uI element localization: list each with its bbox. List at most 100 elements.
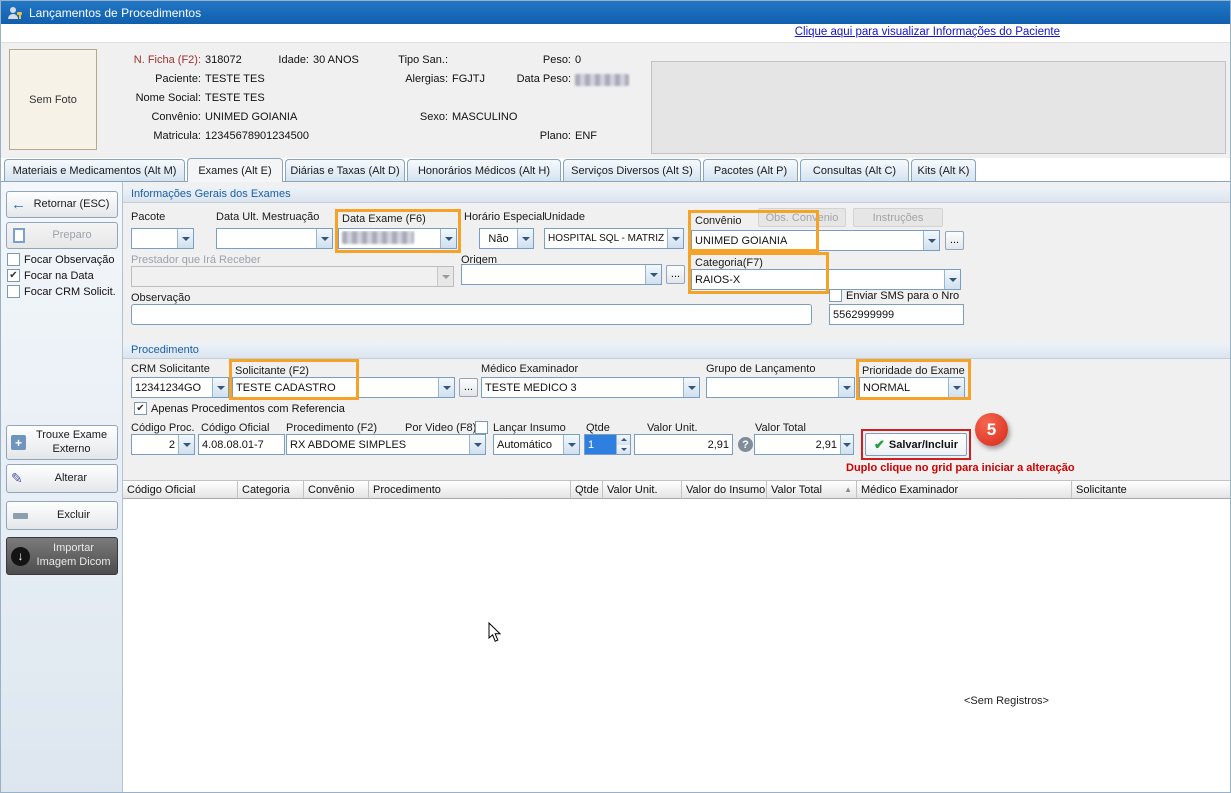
origem-browse-button[interactable]: ... [666,265,685,284]
grid-col-convenio[interactable]: Convênio [304,480,369,499]
window-title: Lançamentos de Procedimentos [29,6,201,20]
qtde-label: Qtde [586,422,610,434]
help-question-icon[interactable]: ? [738,437,753,452]
instrucoes-button[interactable]: Instruções [853,208,943,227]
tab-label: Consultas (Alt C) [813,165,896,177]
importar-imagem-dicom-button[interactable]: ↓ Importar Imagem Dicom [6,537,118,575]
tab-honorarios-medicos[interactable]: Honorários Médicos (Alt H) [407,159,561,181]
dropdown-arrow-icon[interactable] [177,229,193,248]
origem-combo[interactable] [461,264,662,285]
grupo-lancamento-combo[interactable] [706,377,855,398]
grid-col-valor-total[interactable]: Valor Total ▲ [767,480,857,499]
data-peso-redacted-value [575,74,629,86]
nome-social-label: Nome Social: [101,92,201,104]
apenas-referencia-checkbox[interactable]: ✔ Apenas Procedimentos com Referencia [134,402,345,415]
por-video-checkbox[interactable] [475,421,492,434]
tab-exames[interactable]: Exames (Alt E) [187,158,283,182]
patient-tipo-san: Tipo San.: [378,54,452,66]
lancar-insumo-combo[interactable]: Automático [493,434,580,455]
grid-col-medico-examinador[interactable]: Médico Examinador [857,480,1072,499]
retornar-button[interactable]: ← Retornar (ESC) [6,191,118,218]
procedimento-group-title: Procedimento [131,344,199,356]
preparo-button[interactable]: Preparo [6,222,118,249]
patient-photo-placeholder: Sem Foto [9,49,97,150]
crm-solicitante-combo[interactable]: 12341234GO [131,377,229,398]
solicitante-browse-button[interactable]: ... [459,378,478,397]
patient-convenio: Convênio: UNIMED GOIANIA [101,111,297,123]
tab-servicos-diversos[interactable]: Serviços Diversos (Alt S) [563,159,701,181]
trouxe-exame-externo-button[interactable]: + Trouxe Exame Externo [6,425,118,460]
sms-number-input[interactable] [829,304,964,325]
valor-unit-input[interactable] [634,434,733,455]
data-ult-mestruacao-combo[interactable] [216,228,333,249]
dropdown-arrow-icon[interactable] [438,378,454,397]
prioridade-combo[interactable]: NORMAL [859,377,965,398]
grid-col-categoria[interactable]: Categoria [238,480,304,499]
dropdown-arrow-icon[interactable] [645,265,661,284]
preparo-label: Preparo [31,229,113,243]
dropdown-arrow-icon[interactable] [517,229,533,248]
retornar-label: Retornar (ESC) [30,198,113,212]
dropdown-arrow-icon[interactable] [944,270,960,289]
paciente-value: TESTE TES [205,73,265,85]
grid-col-valor-unit[interactable]: Valor Unit. [603,480,682,499]
dropdown-arrow-icon[interactable] [212,378,228,397]
dropdown-arrow-icon[interactable] [440,229,456,248]
patient-info-link[interactable]: Clique aqui para visualizar Informações … [795,26,1060,38]
categoria-combo[interactable]: RAIOS-X [691,269,961,290]
dropdown-arrow-icon[interactable] [838,378,854,397]
codigo-oficial-input[interactable] [198,434,285,455]
observacao-input[interactable] [131,304,812,325]
dropdown-arrow-icon[interactable] [948,378,964,397]
enviar-sms-checkbox[interactable]: Enviar SMS para o Nro [829,289,959,302]
unidade-combo[interactable]: HOSPITAL SQL - MATRIZ [544,228,684,249]
tab-kits[interactable]: Kits (Alt K) [911,159,976,181]
focar-na-data-checkbox[interactable]: ✔ Focar na Data [7,269,94,282]
alterar-button[interactable]: ✎ Alterar [6,464,118,493]
pacote-combo[interactable] [131,228,194,249]
tab-diarias-e-taxas[interactable]: Diárias e Taxas (Alt D) [285,159,405,181]
tab-pacotes[interactable]: Pacotes (Alt P) [703,159,798,181]
tab-consultas[interactable]: Consultas (Alt C) [800,159,909,181]
sexo-value: MASCULINO [452,111,517,123]
step-number: 5 [987,420,996,440]
convenio-combo[interactable]: UNIMED GOIANIA [691,230,940,251]
tab-label: Honorários Médicos (Alt H) [418,165,550,177]
medico-examinador-combo[interactable]: TESTE MEDICO 3 [481,377,700,398]
question-glyph: ? [742,439,749,451]
dropdown-arrow-icon[interactable] [563,435,579,454]
dropdown-arrow-icon[interactable] [683,378,699,397]
horario-especial-combo[interactable]: Não [479,228,534,249]
results-grid[interactable] [123,499,1231,793]
valor-total-field[interactable]: 2,91 [754,434,854,455]
salvar-incluir-button[interactable]: ✔ Salvar/Incluir [865,433,967,456]
prestador-combo[interactable] [131,266,454,287]
grid-col-codigo-oficial[interactable]: Código Oficial [123,480,238,499]
grupo-lancamento-label: Grupo de Lançamento [706,363,815,375]
procedimento-combo[interactable]: RX ABDOME SIMPLES [286,434,486,455]
focar-crm-checkbox[interactable]: Focar CRM Solicit. [7,285,116,298]
solicitante-combo[interactable]: TESTE CADASTRO [232,377,455,398]
data-exame-combo[interactable] [338,228,457,249]
grid-col-valor-insumo[interactable]: Valor do Insumo [682,480,767,499]
grid-col-procedimento[interactable]: Procedimento [369,480,571,499]
spin-down-icon[interactable] [617,445,630,455]
dropdown-arrow-icon[interactable] [840,435,853,454]
dropdown-arrow-icon[interactable] [923,231,939,250]
dropdown-arrow-icon[interactable] [667,229,683,248]
convenio-browse-button[interactable]: ... [945,231,964,250]
dropdown-arrow-icon[interactable] [469,435,485,454]
excluir-button[interactable]: Excluir [6,501,118,530]
dropdown-arrow-icon[interactable] [316,229,332,248]
tab-label: Exames (Alt E) [198,165,271,177]
spin-up-icon[interactable] [617,435,630,445]
dropdown-arrow-icon[interactable] [178,435,194,454]
tab-materiais-e-medicamentos[interactable]: Materiais e Medicamentos (Alt M) [4,159,185,181]
grid-col-solicitante[interactable]: Solicitante [1072,480,1231,499]
focar-observacao-checkbox[interactable]: Focar Observação [7,253,114,266]
grid-col-qtde[interactable]: Qtde [571,480,603,499]
obs-convenio-button[interactable]: Obs. Convenio [758,208,846,227]
dropdown-arrow-icon[interactable] [437,267,453,286]
qtde-stepper[interactable]: 1 [584,434,631,455]
codigo-proc-combo[interactable]: 2 [131,434,195,455]
